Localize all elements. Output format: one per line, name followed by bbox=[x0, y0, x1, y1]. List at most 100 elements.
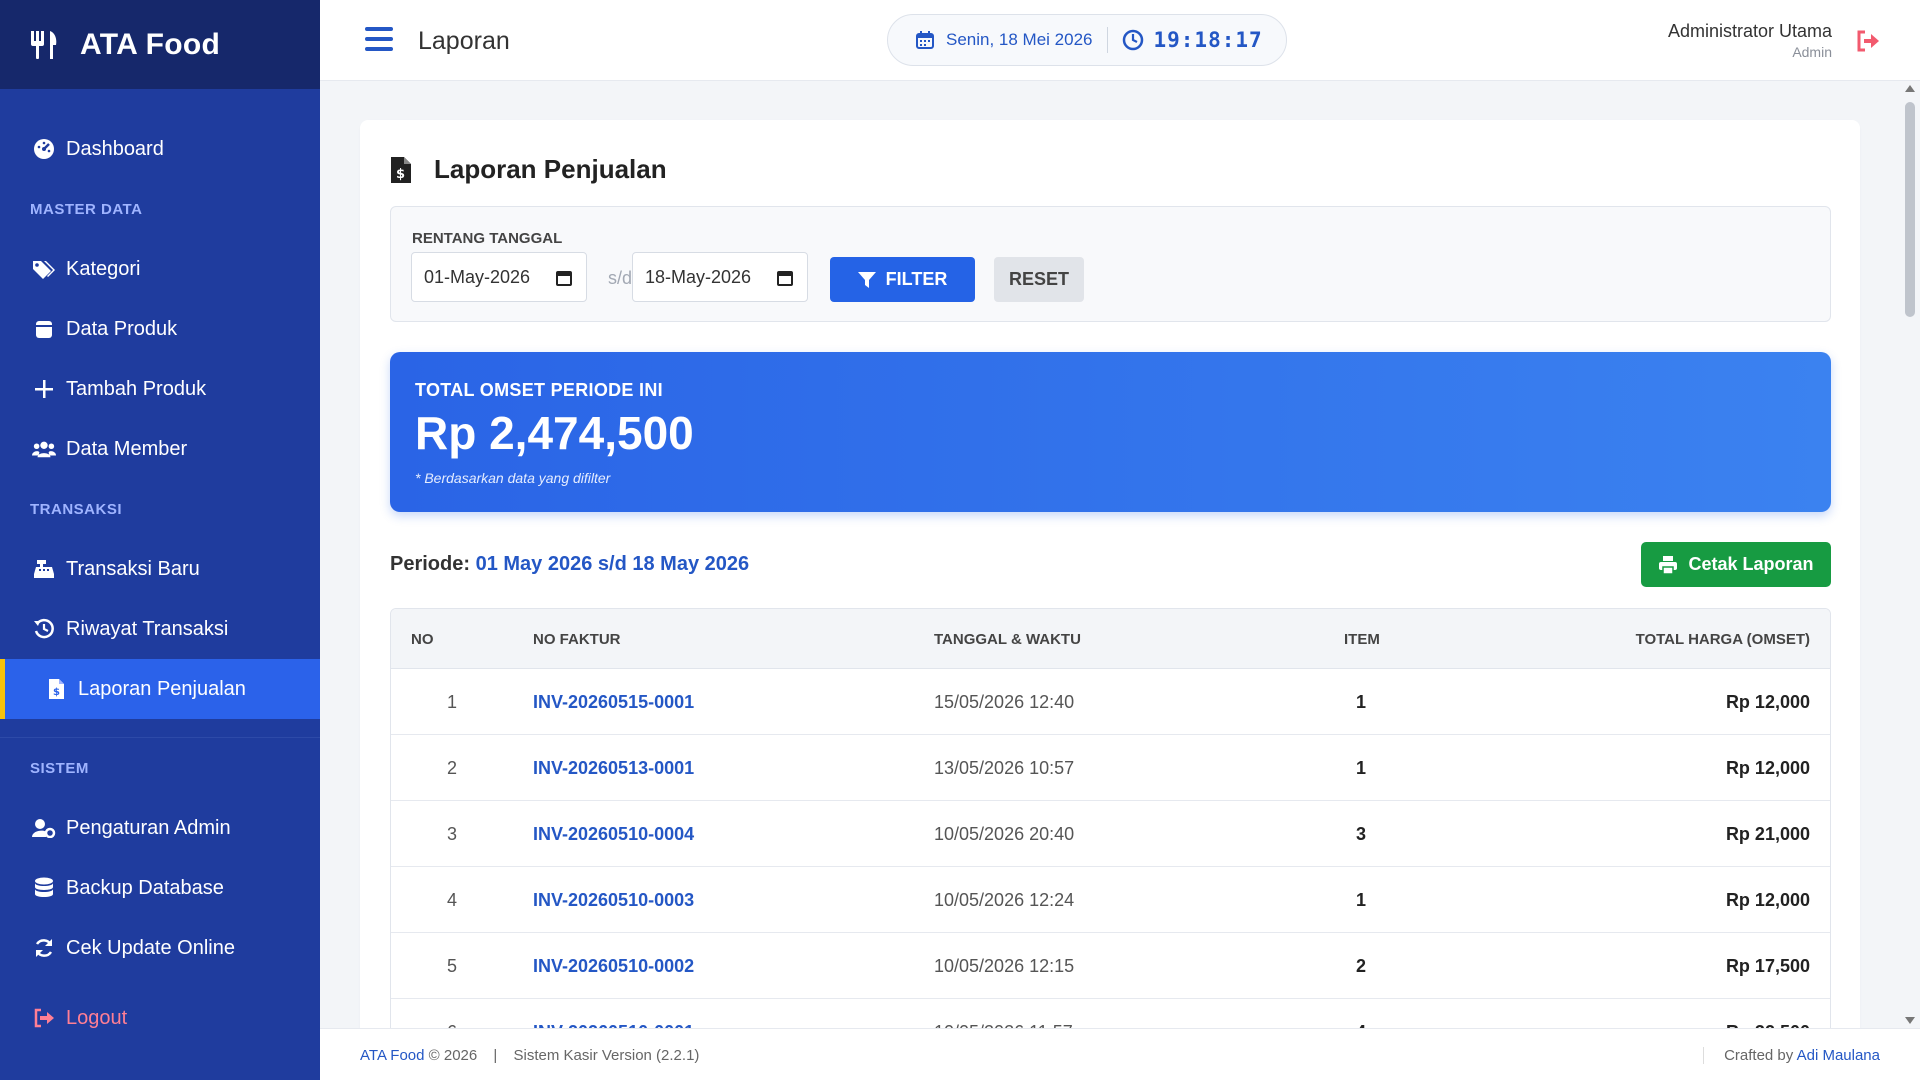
sidebar-item-label: Riwayat Transaksi bbox=[66, 617, 229, 640]
cell-datetime: 10/05/2026 12:24 bbox=[934, 890, 1075, 910]
topbar: Laporan Senin, 18 Mei 2026 19:18:17 Admi… bbox=[320, 0, 1920, 81]
sidebar-item-tambah-produk[interactable]: Tambah Produk bbox=[0, 359, 320, 419]
history-icon bbox=[32, 617, 56, 641]
logout-icon[interactable] bbox=[1856, 30, 1880, 52]
table-row[interactable]: 4 INV-20260510-0003 10/05/2026 12:24 1 R… bbox=[391, 867, 1830, 933]
cell-datetime: 10/05/2026 20:40 bbox=[934, 824, 1075, 844]
invoice-link[interactable]: INV-20260510-0002 bbox=[533, 956, 694, 977]
cell-no: 1 bbox=[447, 692, 458, 712]
sidebar-item-laporan-penjualan[interactable]: $ Laporan Penjualan bbox=[0, 659, 320, 719]
date-from-input[interactable]: 01-May-2026 bbox=[411, 252, 587, 302]
invoice-link[interactable]: INV-20260515-0001 bbox=[533, 692, 694, 713]
cell-no: 3 bbox=[447, 824, 458, 844]
sidebar-item-label: Tambah Produk bbox=[66, 377, 207, 400]
filter-button[interactable]: FILTER bbox=[830, 257, 975, 302]
sidebar: ATA Food Dashboard MASTER DATA Kategori … bbox=[0, 0, 320, 1080]
page-scrollbar[interactable] bbox=[1900, 81, 1920, 1028]
menu-toggle-icon[interactable] bbox=[365, 27, 393, 51]
print-report-button[interactable]: Cetak Laporan bbox=[1641, 542, 1831, 587]
column-header-tanggal[interactable]: TANGGAL & WAKTU bbox=[934, 631, 1081, 648]
sidebar-item-backup-database[interactable]: Backup Database bbox=[0, 858, 320, 918]
sidebar-item-riwayat-transaksi[interactable]: Riwayat Transaksi bbox=[0, 599, 320, 659]
sidebar-item-logout[interactable]: Logout bbox=[0, 988, 320, 1048]
calendar-icon bbox=[916, 31, 934, 49]
print-icon bbox=[1659, 555, 1678, 575]
sidebar-item-dashboard[interactable]: Dashboard bbox=[0, 119, 320, 179]
footer: ATA Food © 2026 | Sistem Kasir Version (… bbox=[320, 1028, 1920, 1080]
omset-label: TOTAL OMSET PERIODE INI bbox=[415, 380, 663, 400]
date-to-input[interactable]: 18-May-2026 bbox=[632, 252, 808, 302]
scroll-down-arrow[interactable] bbox=[1905, 1017, 1915, 1024]
reset-button[interactable]: RESET bbox=[994, 257, 1084, 302]
calendar-picker-icon[interactable] bbox=[777, 270, 793, 286]
cell-total: Rp 17,500 bbox=[1725, 956, 1810, 976]
cell-item: 2 bbox=[1355, 956, 1366, 976]
sidebar-nav: Dashboard MASTER DATA Kategori Data Prod… bbox=[0, 89, 320, 1048]
calendar-picker-icon[interactable] bbox=[556, 270, 572, 286]
table-row[interactable]: 3 INV-20260510-0004 10/05/2026 20:40 3 R… bbox=[391, 801, 1830, 867]
table-row[interactable]: 5 INV-20260510-0002 10/05/2026 12:15 2 R… bbox=[391, 933, 1830, 999]
sync-icon bbox=[32, 936, 56, 960]
cell-item: 1 bbox=[1355, 890, 1366, 910]
box-icon bbox=[32, 317, 56, 341]
total-omset-card: TOTAL OMSET PERIODE INI Rp 2,474,500 * B… bbox=[390, 352, 1831, 512]
sidebar-item-label: Data Member bbox=[66, 437, 188, 460]
svg-text:$: $ bbox=[396, 167, 405, 182]
current-time: 19:18:17 bbox=[1122, 28, 1263, 52]
date-to-value: 18-May-2026 bbox=[645, 266, 752, 287]
table-row[interactable]: 1 INV-20260515-0001 15/05/2026 12:40 1 R… bbox=[391, 669, 1830, 735]
sidebar-item-transaksi-baru[interactable]: Transaksi Baru bbox=[0, 539, 320, 599]
sidebar-item-pengaturan-admin[interactable]: Pengaturan Admin bbox=[0, 798, 320, 858]
sidebar-section-sistem: SISTEM bbox=[30, 759, 89, 777]
sidebar-item-label: Laporan Penjualan bbox=[78, 677, 246, 700]
cell-total: Rp 12,000 bbox=[1725, 890, 1810, 910]
sidebar-item-label: Backup Database bbox=[66, 876, 224, 899]
plus-icon bbox=[32, 377, 56, 401]
column-header-no-faktur[interactable]: NO FAKTUR bbox=[533, 631, 621, 648]
sidebar-item-label: Pengaturan Admin bbox=[66, 816, 231, 839]
filter-icon bbox=[857, 271, 876, 288]
column-header-item[interactable]: ITEM bbox=[1344, 631, 1380, 648]
datetime-separator bbox=[1106, 27, 1108, 53]
sidebar-item-data-member[interactable]: Data Member bbox=[0, 419, 320, 479]
clock-icon bbox=[1122, 29, 1143, 51]
footer-version: Sistem Kasir Version (2.2.1) bbox=[513, 1047, 700, 1064]
invoice-link[interactable]: INV-20260510-0004 bbox=[533, 824, 694, 845]
cell-item: 1 bbox=[1355, 758, 1366, 778]
table-header: NO NO FAKTUR TANGGAL & WAKTU ITEM TOTAL … bbox=[391, 609, 1830, 669]
sidebar-item-cek-update-online[interactable]: Cek Update Online bbox=[0, 918, 320, 978]
invoice-link[interactable]: INV-20260513-0001 bbox=[533, 758, 694, 779]
datetime-display: Senin, 18 Mei 2026 19:18:17 bbox=[887, 14, 1287, 66]
periode-value: 01 May 2026 s/d 18 May 2026 bbox=[475, 553, 750, 575]
periode-label: Periode: bbox=[390, 553, 471, 575]
current-date: Senin, 18 Mei 2026 bbox=[916, 30, 1093, 50]
footer-brand-link[interactable]: ATA Food bbox=[360, 1047, 424, 1064]
page-title: Laporan bbox=[418, 27, 510, 55]
cell-datetime: 10/05/2026 12:15 bbox=[934, 956, 1075, 976]
sidebar-item-kategori[interactable]: Kategori bbox=[0, 239, 320, 299]
table-row[interactable]: 2 INV-20260513-0001 13/05/2026 10:57 1 R… bbox=[391, 735, 1830, 801]
file-invoice-icon: $ bbox=[44, 677, 68, 701]
scroll-up-arrow[interactable] bbox=[1905, 85, 1915, 92]
cash-register-icon bbox=[32, 557, 56, 581]
cell-total: Rp 21,000 bbox=[1725, 824, 1810, 844]
footer-author-link[interactable]: Adi Maulana bbox=[1797, 1047, 1880, 1064]
svg-text:$: $ bbox=[53, 687, 60, 698]
sidebar-item-data-produk[interactable]: Data Produk bbox=[0, 299, 320, 359]
brand[interactable]: ATA Food bbox=[0, 0, 320, 89]
cell-no: 5 bbox=[447, 956, 458, 976]
database-icon bbox=[32, 876, 56, 900]
column-header-no[interactable]: NO bbox=[411, 631, 434, 648]
invoice-link[interactable]: INV-20260510-0003 bbox=[533, 890, 694, 911]
sidebar-section-transaksi: TRANSAKSI bbox=[30, 500, 123, 518]
cell-datetime: 13/05/2026 10:57 bbox=[934, 758, 1075, 778]
column-header-total[interactable]: TOTAL HARGA (OMSET) bbox=[1636, 631, 1810, 648]
footer-copyright-year: © 2026 bbox=[424, 1047, 478, 1064]
sidebar-item-label: Data Produk bbox=[66, 317, 178, 340]
user-info[interactable]: Administrator Utama Admin bbox=[1668, 21, 1832, 60]
cell-item: 1 bbox=[1355, 692, 1366, 712]
sales-table: NO NO FAKTUR TANGGAL & WAKTU ITEM TOTAL … bbox=[390, 608, 1831, 1040]
users-icon bbox=[32, 437, 56, 461]
scroll-thumb[interactable] bbox=[1905, 102, 1915, 317]
utensils-icon bbox=[31, 30, 57, 59]
